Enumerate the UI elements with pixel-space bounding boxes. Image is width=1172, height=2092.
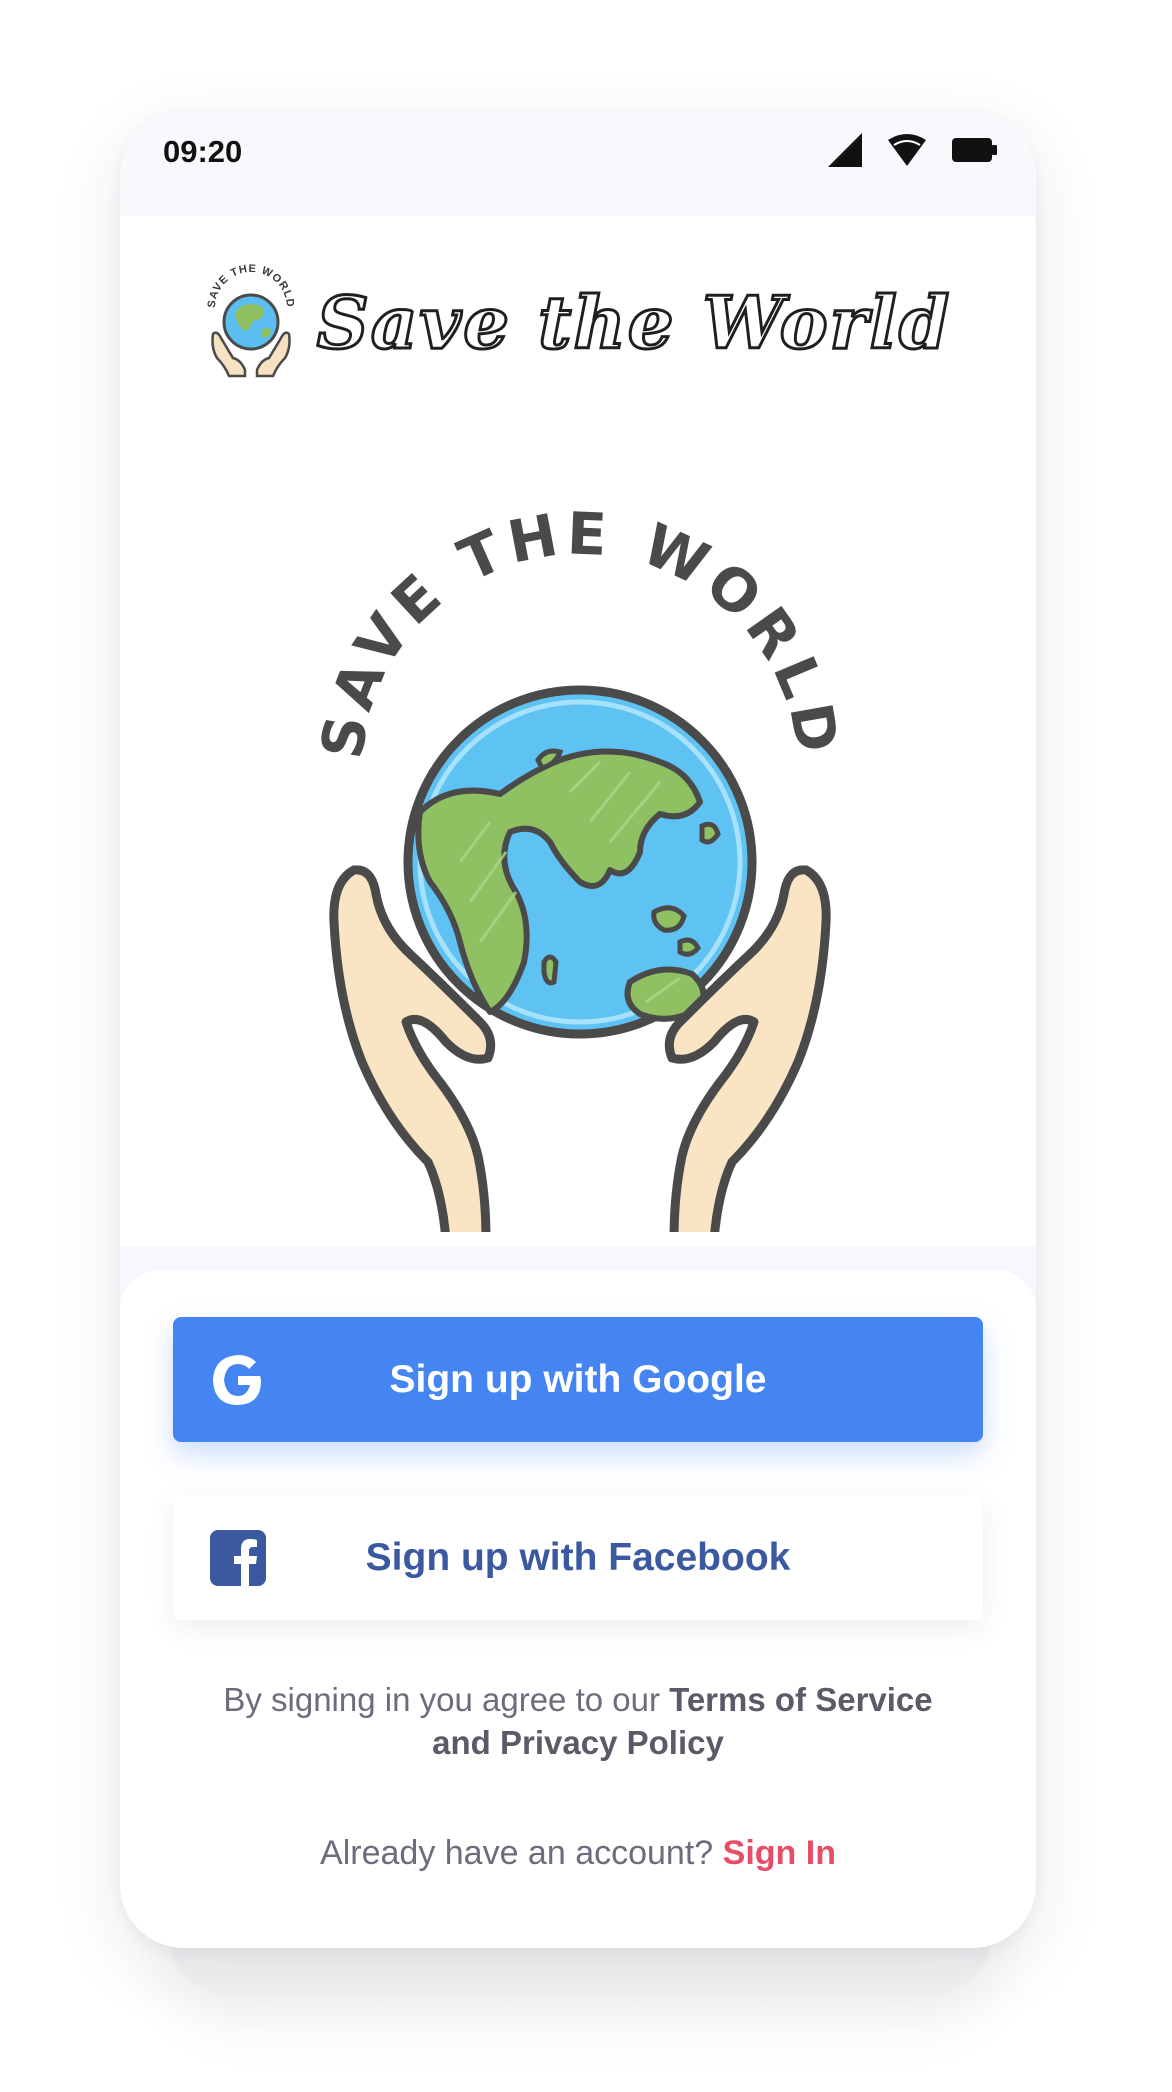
app-title: Save the World — [315, 278, 952, 366]
hero-illustration: SAVE THE WORLD — [308, 442, 850, 1245]
google-icon — [210, 1352, 266, 1408]
account-prompt: Already have an account? — [320, 1834, 723, 1872]
signin-link[interactable]: Sign In — [723, 1834, 836, 1872]
signal-icon — [828, 132, 862, 172]
google-signup-button[interactable]: Sign up with Google — [173, 1317, 983, 1442]
facebook-icon — [210, 1530, 266, 1586]
facebook-signup-button[interactable]: Sign up with Facebook — [173, 1495, 983, 1620]
facebook-signup-label: Sign up with Facebook — [365, 1535, 791, 1579]
phone-screen: 09:20 SAVE THE WORLD Save the World SAVE… — [120, 112, 1036, 1948]
terms-prefix: By signing in you agree to our — [223, 1681, 670, 1718]
globe-in-hands-icon: SAVE THE WORLD — [205, 262, 297, 383]
google-signup-label: Sign up with Google — [389, 1357, 767, 1401]
app-header: SAVE THE WORLD Save the World — [120, 262, 1036, 382]
wifi-icon — [888, 133, 926, 171]
status-icons — [828, 122, 998, 182]
terms-notice: By signing in you agree to our Terms of … — [220, 1678, 936, 1764]
battery-icon — [952, 137, 998, 167]
status-bar: 09:20 — [120, 112, 1036, 216]
signin-row: Already have an account? Sign In — [120, 1834, 1036, 1873]
status-time: 09:20 — [163, 134, 243, 169]
